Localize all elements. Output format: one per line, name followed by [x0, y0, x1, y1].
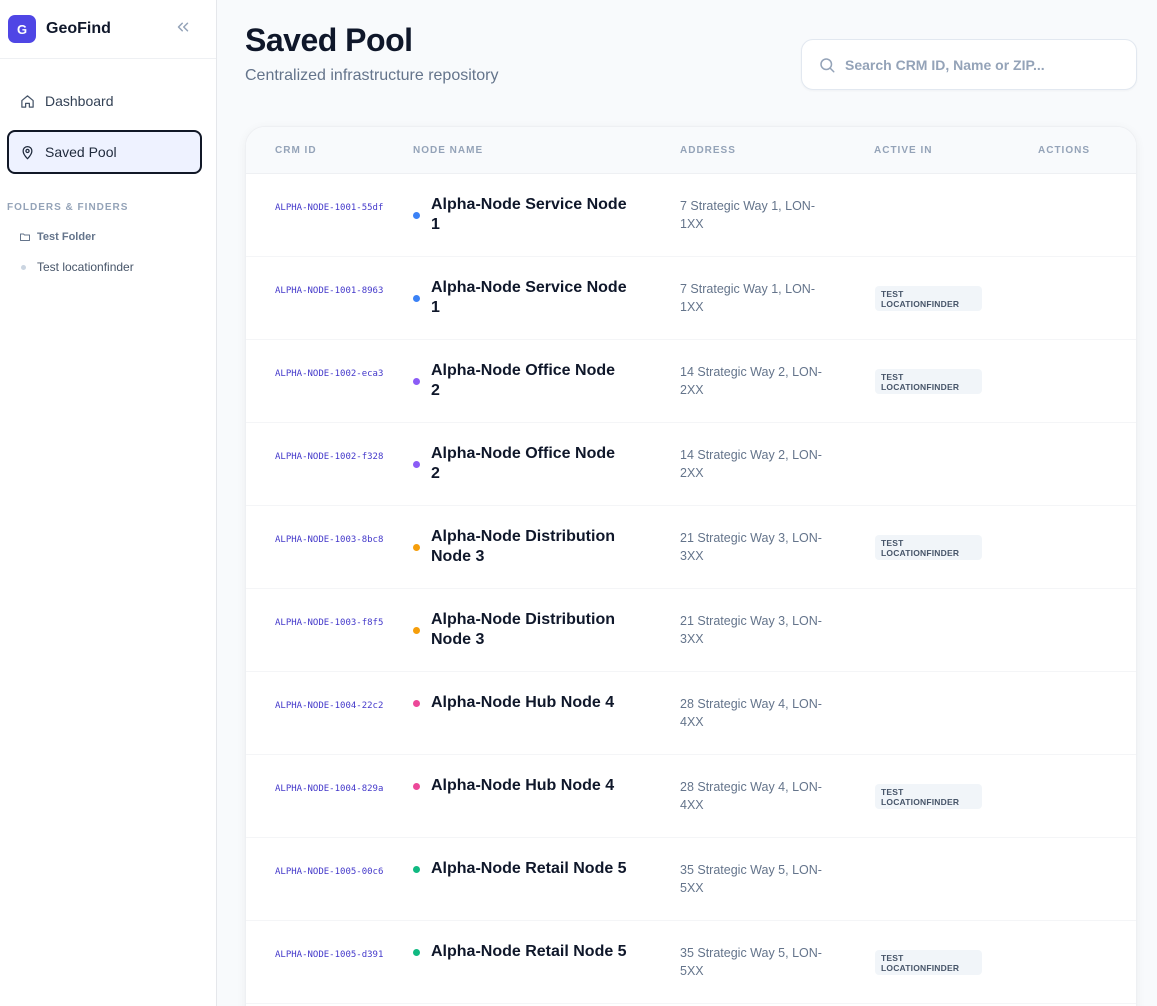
- sidebar-nav: Dashboard Saved Pool: [0, 59, 216, 174]
- brand-header: G GeoFind: [0, 0, 216, 59]
- column-header-crm-id[interactable]: CRM ID: [275, 145, 317, 156]
- node-type-dot-icon: [413, 948, 420, 956]
- finder-label: Test locationfinder: [37, 260, 134, 274]
- sidebar-folder-test-folder[interactable]: Test Folder: [19, 231, 216, 243]
- active-in-badge[interactable]: TEST LOCATIONFINDER: [875, 286, 982, 311]
- crm-id-cell: ALPHA-NODE-1004-22c2: [275, 701, 384, 711]
- node-name: Alpha-Node Service Node 1: [431, 196, 627, 233]
- node-name-cell: Alpha-Node Distribution Node 3: [413, 610, 628, 650]
- table-row[interactable]: ALPHA-NODE-1002-eca3 Alpha-Node Office No…: [246, 340, 1136, 423]
- address-cell: 21 Strategic Way 3, LON-3XX: [680, 614, 822, 646]
- node-name: Alpha-Node Service Node 1: [431, 279, 627, 316]
- node-name-cell: Alpha-Node Retail Node 5: [413, 859, 628, 879]
- table-row[interactable]: ALPHA-NODE-1004-829a Alpha-Node Hub Node …: [246, 755, 1136, 838]
- node-name: Alpha-Node Office Node 2: [431, 445, 616, 482]
- table-row[interactable]: ALPHA-NODE-1003-8bc8 Alpha-Node Distribut…: [246, 506, 1136, 589]
- search-icon: [818, 56, 836, 74]
- node-type-dot-icon: [413, 543, 420, 551]
- column-header-active-in[interactable]: ACTIVE IN: [874, 145, 932, 156]
- folder-icon: [19, 231, 31, 243]
- address-cell: 7 Strategic Way 1, LON-1XX: [680, 199, 815, 231]
- address-cell: 7 Strategic Way 1, LON-1XX: [680, 282, 815, 314]
- home-icon: [19, 93, 35, 109]
- node-name-cell: Alpha-Node Hub Node 4: [413, 776, 628, 796]
- sidebar-item-label: Dashboard: [45, 93, 114, 109]
- table-row[interactable]: ALPHA-NODE-1002-f328 Alpha-Node Office No…: [246, 423, 1136, 506]
- table-row[interactable]: ALPHA-NODE-1001-8963 Alpha-Node Service N…: [246, 257, 1136, 340]
- map-pin-icon: [19, 144, 35, 160]
- node-name: Alpha-Node Office Node 2: [431, 362, 616, 399]
- node-name: Alpha-Node Distribution Node 3: [431, 528, 615, 565]
- crm-id-cell: ALPHA-NODE-1003-8bc8: [275, 535, 384, 545]
- crm-id-cell: ALPHA-NODE-1003-f8f5: [275, 618, 384, 628]
- column-header-address[interactable]: ADDRESS: [680, 145, 736, 156]
- crm-id-cell: ALPHA-NODE-1002-eca3: [275, 369, 384, 379]
- node-name-cell: Alpha-Node Hub Node 4: [413, 693, 628, 713]
- column-header-node-name[interactable]: NODE NAME: [413, 145, 483, 156]
- sidebar-item-dashboard[interactable]: Dashboard: [7, 81, 202, 121]
- active-in-badge[interactable]: TEST LOCATIONFINDER: [875, 950, 982, 975]
- node-type-dot-icon: [413, 782, 420, 790]
- table-row[interactable]: ALPHA-NODE-1001-55df Alpha-Node Service N…: [246, 174, 1136, 257]
- chevrons-left-icon: [177, 22, 189, 32]
- page-title: Saved Pool: [245, 22, 413, 58]
- node-type-dot-icon: [413, 211, 420, 219]
- address-cell: 21 Strategic Way 3, LON-3XX: [680, 531, 822, 563]
- node-name: Alpha-Node Hub Node 4: [431, 777, 615, 794]
- collapse-sidebar-button[interactable]: [172, 16, 194, 38]
- table-row[interactable]: ALPHA-NODE-1005-d391 Alpha-Node Retail No…: [246, 921, 1136, 1004]
- sidebar-item-saved-pool[interactable]: Saved Pool: [7, 130, 202, 174]
- active-in-badge[interactable]: TEST LOCATIONFINDER: [875, 535, 982, 560]
- sidebar-finder-test-locationfinder[interactable]: Test locationfinder: [21, 260, 216, 274]
- crm-id-cell: ALPHA-NODE-1004-829a: [275, 784, 384, 794]
- sidebar: G GeoFind Dashboard Saved Pool FOLDERS &…: [0, 0, 217, 1006]
- node-type-dot-icon: [413, 699, 420, 707]
- page-subtitle: Centralized infrastructure repository: [245, 67, 499, 84]
- node-name-cell: Alpha-Node Distribution Node 3: [413, 527, 628, 567]
- folders-section-label: FOLDERS & FINDERS: [7, 202, 129, 213]
- sidebar-item-label: Saved Pool: [45, 144, 117, 160]
- search-box[interactable]: [801, 39, 1137, 90]
- active-in-badge[interactable]: TEST LOCATIONFINDER: [875, 784, 982, 809]
- address-cell: 14 Strategic Way 2, LON-2XX: [680, 365, 822, 397]
- node-type-dot-icon: [413, 865, 420, 873]
- column-header-actions: ACTIONS: [1038, 145, 1090, 156]
- address-cell: 28 Strategic Way 4, LON-4XX: [680, 697, 822, 729]
- crm-id-cell: ALPHA-NODE-1001-8963: [275, 286, 384, 296]
- node-name: Alpha-Node Retail Node 5: [431, 943, 627, 960]
- node-name: Alpha-Node Distribution Node 3: [431, 611, 615, 648]
- table-row[interactable]: ALPHA-NODE-1005-00c6 Alpha-Node Retail No…: [246, 838, 1136, 921]
- node-name-cell: Alpha-Node Retail Node 5: [413, 942, 628, 962]
- crm-id-cell: ALPHA-NODE-1005-d391: [275, 950, 384, 960]
- node-name-cell: Alpha-Node Office Node 2: [413, 444, 628, 484]
- address-cell: 28 Strategic Way 4, LON-4XX: [680, 780, 822, 812]
- node-name-cell: Alpha-Node Service Node 1: [413, 195, 628, 235]
- brand-logo[interactable]: G: [8, 15, 36, 43]
- node-name: Alpha-Node Hub Node 4: [431, 694, 615, 711]
- node-type-dot-icon: [413, 626, 420, 634]
- table-row[interactable]: ALPHA-NODE-1003-f8f5 Alpha-Node Distribut…: [246, 589, 1136, 672]
- folder-label: Test Folder: [37, 231, 96, 243]
- saved-pool-table: CRM ID NODE NAME ADDRESS ACTIVE IN ACTIO…: [245, 126, 1137, 1006]
- search-input[interactable]: [845, 56, 1125, 73]
- node-type-dot-icon: [413, 460, 420, 468]
- address-cell: 35 Strategic Way 5, LON-5XX: [680, 946, 822, 978]
- node-type-dot-icon: [413, 377, 420, 385]
- node-name: Alpha-Node Retail Node 5: [431, 860, 627, 877]
- address-cell: 35 Strategic Way 5, LON-5XX: [680, 863, 822, 895]
- node-name-cell: Alpha-Node Office Node 2: [413, 361, 628, 401]
- crm-id-cell: ALPHA-NODE-1005-00c6: [275, 867, 384, 877]
- address-cell: 14 Strategic Way 2, LON-2XX: [680, 448, 822, 480]
- table-header: CRM ID NODE NAME ADDRESS ACTIVE IN ACTIO…: [246, 127, 1136, 174]
- finder-dot-icon: [21, 264, 26, 270]
- table-body: ALPHA-NODE-1001-55df Alpha-Node Service N…: [246, 174, 1136, 1004]
- crm-id-cell: ALPHA-NODE-1002-f328: [275, 452, 384, 462]
- node-type-dot-icon: [413, 294, 420, 302]
- crm-id-cell: ALPHA-NODE-1001-55df: [275, 203, 384, 213]
- brand-name: GeoFind: [46, 20, 111, 37]
- active-in-badge[interactable]: TEST LOCATIONFINDER: [875, 369, 982, 394]
- node-name-cell: Alpha-Node Service Node 1: [413, 278, 628, 318]
- table-row[interactable]: ALPHA-NODE-1004-22c2 Alpha-Node Hub Node …: [246, 672, 1136, 755]
